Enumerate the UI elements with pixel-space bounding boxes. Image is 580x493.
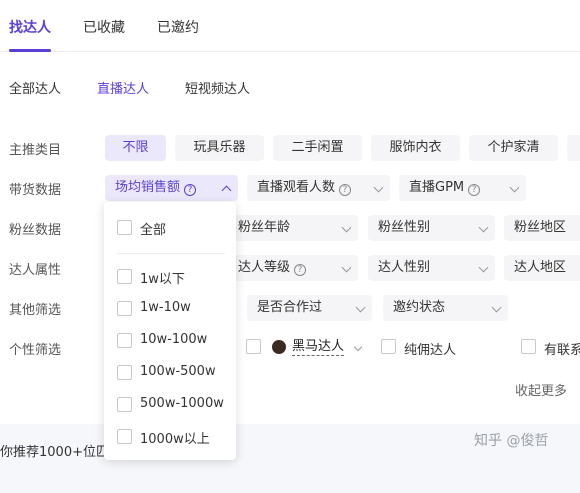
dropdown-creator-region[interactable]: 达人地区 <box>504 255 580 281</box>
chevron-down-icon[interactable] <box>353 342 363 352</box>
popup-option-500w-1000w[interactable]: 500w-1000w <box>104 391 236 419</box>
option-checkbox[interactable] <box>117 269 132 284</box>
dropdown-fans-region[interactable]: 粉丝地区 <box>504 215 580 241</box>
subtab-all-creators[interactable]: 全部达人 <box>9 78 61 97</box>
dropdown-live-gpm[interactable]: 直播GPM? <box>399 175 526 201</box>
collapse-more-link[interactable]: 收起更多 <box>515 380 567 399</box>
dropdown-invite-status[interactable]: 邀约状态 <box>383 295 508 321</box>
option-label: 1w以下 <box>140 272 185 287</box>
popup-option-under-1w[interactable]: 1w以下 <box>104 263 236 291</box>
dropdown-live-gpm-label: 直播GPM <box>409 180 465 195</box>
dropdown-live-viewers-label: 直播观看人数 <box>257 180 336 195</box>
dropdown-fans-age[interactable]: 粉丝年龄 <box>228 215 358 241</box>
category-pill-more[interactable] <box>567 135 580 161</box>
option-label: 500w-1000w <box>140 396 224 411</box>
help-icon[interactable]: ? <box>339 184 352 196</box>
help-icon[interactable]: ? <box>294 264 307 276</box>
dropdown-creator-gender-label: 达人性别 <box>378 260 431 275</box>
watermark: 知乎 @俊哲 <box>474 433 549 449</box>
chevron-down-icon <box>491 302 502 313</box>
has-contact-label: 有联系 <box>544 343 580 358</box>
category-pill-apparel[interactable]: 服饰内衣 <box>371 135 460 161</box>
tab-favorites[interactable]: 已收藏 <box>83 17 125 37</box>
dropdown-fans-gender[interactable]: 粉丝性别 <box>368 215 495 241</box>
label-sales-data: 带货数据 <box>9 183 62 198</box>
tab-find-creators[interactable]: 找达人 <box>9 17 51 37</box>
option-label: 10w-100w <box>140 332 208 347</box>
category-pill-secondhand[interactable]: 二手闲置 <box>273 135 362 161</box>
popup-option-all[interactable]: 全部 <box>104 214 236 242</box>
dropdown-creator-level[interactable]: 达人等级? <box>228 255 358 281</box>
subtab-short-video-creators[interactable]: 短视频达人 <box>185 78 250 97</box>
dropdown-cooperated-label: 是否合作过 <box>257 300 323 315</box>
chevron-down-icon <box>478 222 489 233</box>
dropdown-live-viewers[interactable]: 直播观看人数? <box>247 175 390 201</box>
dark-horse-label[interactable]: 黑马达人 <box>292 339 345 356</box>
dropdown-fans-region-label: 粉丝地区 <box>514 220 567 235</box>
chevron-down-icon <box>509 182 520 193</box>
label-fans-data: 粉丝数据 <box>9 223 62 238</box>
tab-invited[interactable]: 已邀约 <box>157 17 199 37</box>
avg-sales-popup: 全部 1w以下 1w-10w 10w-100w 100w-500w 500w-1… <box>104 202 236 460</box>
dropdown-avg-sales-label: 场均销售额 <box>115 180 181 195</box>
chevron-down-icon <box>478 262 489 273</box>
pure-commission-checkbox[interactable] <box>381 339 396 354</box>
category-pill-toys[interactable]: 玩具乐器 <box>175 135 264 161</box>
help-icon[interactable]: ? <box>468 184 481 196</box>
category-pill-personal-care[interactable]: 个护家清 <box>469 135 558 161</box>
has-contact-checkbox[interactable] <box>521 339 536 354</box>
option-label: 100w-500w <box>140 364 216 379</box>
dropdown-avg-sales[interactable]: 场均销售额? <box>105 175 238 201</box>
option-checkbox[interactable] <box>117 301 132 316</box>
popup-option-over-1000w[interactable]: 1000w以上 <box>104 423 236 451</box>
dropdown-invite-status-label: 邀约状态 <box>393 300 446 315</box>
subtab-live-creators[interactable]: 直播达人 <box>97 78 149 97</box>
results-summary: 你推荐1000+位匹 <box>0 445 109 460</box>
label-personal-filters: 个性筛选 <box>9 343 62 358</box>
dropdown-fans-age-label: 粉丝年龄 <box>238 220 291 235</box>
option-checkbox[interactable] <box>117 365 132 380</box>
category-pill-unlimited[interactable]: 不限 <box>105 135 166 161</box>
option-checkbox[interactable] <box>117 333 132 348</box>
chevron-down-icon <box>373 182 384 193</box>
option-checkbox[interactable] <box>117 397 132 412</box>
popup-divider <box>117 253 225 254</box>
dark-horse-checkbox[interactable] <box>246 339 261 354</box>
option-checkbox[interactable] <box>117 220 132 235</box>
chevron-down-icon <box>355 302 366 313</box>
chevron-down-icon <box>341 222 352 233</box>
dropdown-creator-region-label: 达人地区 <box>514 260 567 275</box>
option-label: 全部 <box>140 223 167 238</box>
dropdown-fans-gender-label: 粉丝性别 <box>378 220 431 235</box>
label-category: 主推类目 <box>9 143 62 158</box>
option-label: 1000w以上 <box>140 432 210 447</box>
top-tabs: 找达人 已收藏 已邀约 <box>0 0 580 52</box>
popup-option-10w-100w[interactable]: 10w-100w <box>104 327 236 355</box>
label-creator-attrs: 达人属性 <box>9 263 62 278</box>
chevron-up-icon <box>221 185 232 196</box>
popup-option-1w-10w[interactable]: 1w-10w <box>104 295 236 323</box>
dropdown-creator-gender[interactable]: 达人性别 <box>368 255 495 281</box>
dropdown-creator-level-label: 达人等级 <box>238 260 291 275</box>
pure-commission-label: 纯佣达人 <box>404 343 457 358</box>
dark-horse-icon <box>272 340 286 354</box>
chevron-down-icon <box>341 262 352 273</box>
option-label: 1w-10w <box>140 300 191 315</box>
label-other-filters: 其他筛选 <box>9 303 62 318</box>
option-checkbox[interactable] <box>117 429 132 444</box>
dropdown-cooperated[interactable]: 是否合作过 <box>247 295 372 321</box>
popup-option-100w-500w[interactable]: 100w-500w <box>104 359 236 387</box>
active-tab-indicator <box>9 49 51 52</box>
help-icon[interactable]: ? <box>184 184 197 196</box>
